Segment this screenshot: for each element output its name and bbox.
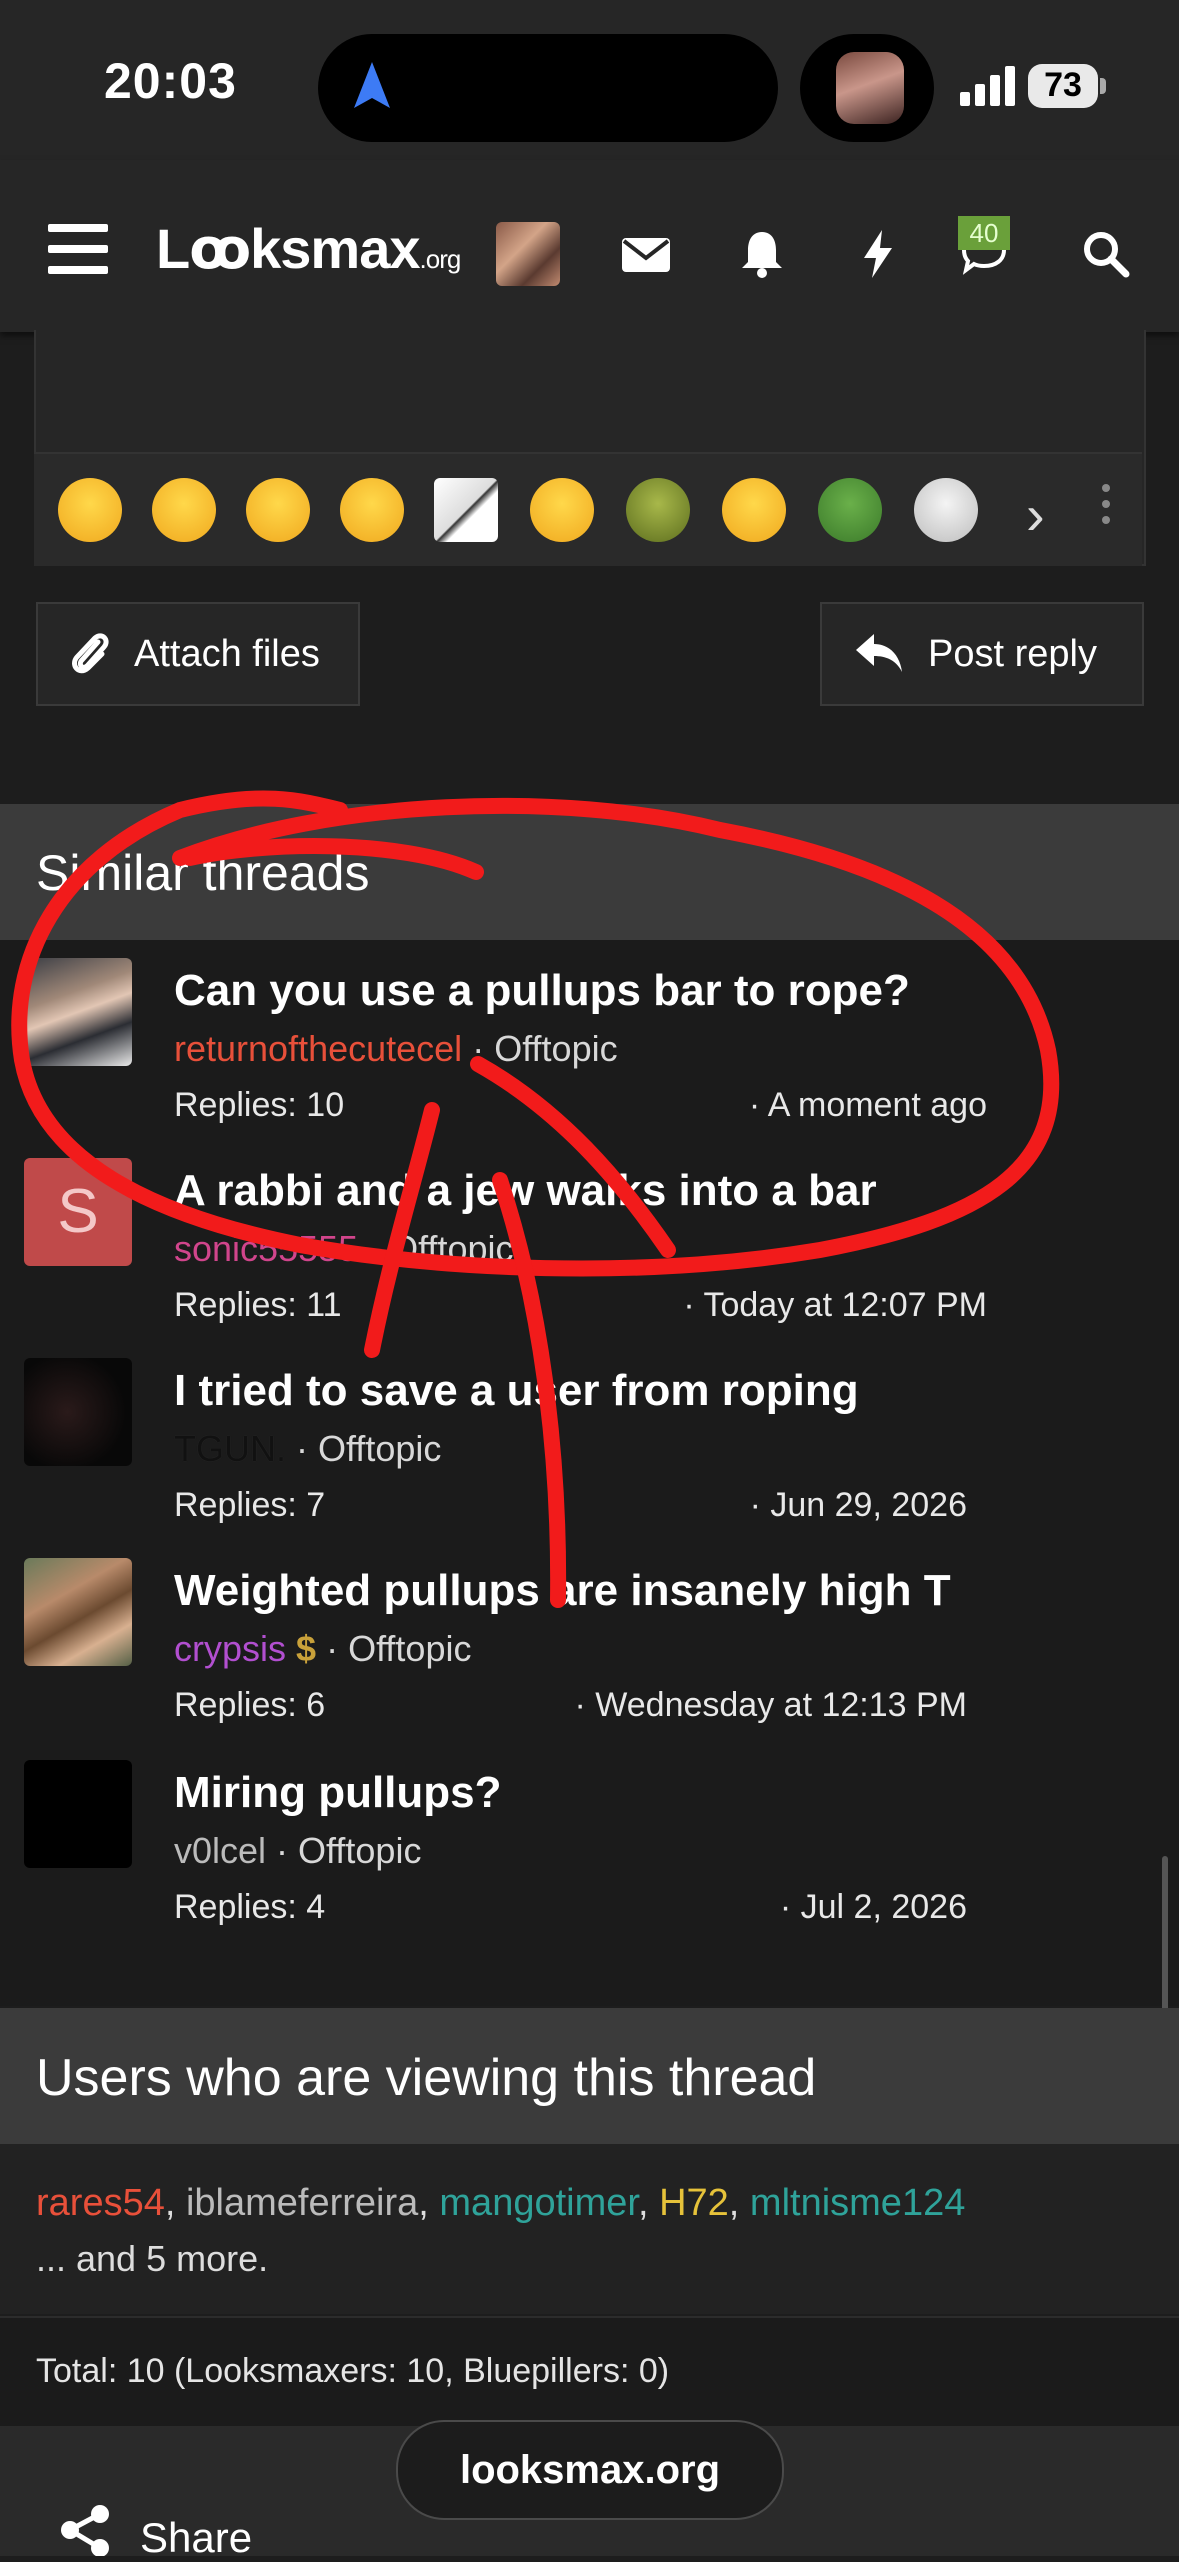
attach-files-button[interactable]: Attach files [36, 602, 360, 706]
thread-date: · Jun 29, 2026 [749, 1486, 967, 1524]
logo-text: Lꝏksmax [156, 217, 421, 280]
battery-indicator: 73 [1028, 64, 1106, 108]
thread-forum[interactable]: Offtopic [390, 1228, 513, 1269]
thread-date: · A moment ago [748, 1086, 987, 1124]
thread-forum[interactable]: Offtopic [348, 1628, 471, 1669]
more-dots-icon[interactable] [1102, 484, 1112, 532]
thread-title[interactable]: Weighted pullups are insanely high T [174, 1566, 951, 1616]
thread-replies: Replies: 10 [174, 1086, 345, 1124]
shrek-emoji-icon[interactable] [626, 478, 690, 542]
thread-author[interactable]: v0lcel [174, 1830, 266, 1871]
share-label[interactable]: Share [140, 2514, 252, 2562]
cellular-signal-icon [960, 66, 1015, 106]
viewers-total: Total: 10 (Looksmaxers: 10, Bluepillers:… [36, 2352, 670, 2390]
thread-author[interactable]: returnofthecutecel [174, 1028, 462, 1069]
menu-icon[interactable] [48, 224, 108, 274]
site-logo[interactable]: Lꝏksmax.org [156, 216, 462, 282]
thread-meta: returnofthecutecel · Offtopic [174, 1028, 618, 1069]
battery-tip [1100, 78, 1106, 94]
emoji-picker-row: › [34, 452, 1142, 566]
thread-avatar[interactable] [24, 1358, 132, 1466]
post-reply-label: Post reply [928, 632, 1097, 675]
users-viewing-list: rares54, iblameferreira, mangotimer, H72… [36, 2182, 966, 2224]
crying-emoji-icon[interactable] [152, 478, 216, 542]
pleading-emoji-icon[interactable] [340, 478, 404, 542]
bell-icon[interactable] [736, 228, 788, 280]
lightning-icon[interactable] [852, 228, 904, 280]
users-more-link[interactable]: ... and 5 more. [36, 2238, 268, 2280]
thread-avatar[interactable] [24, 1760, 132, 1868]
thread-avatar-letter[interactable]: S [24, 1158, 132, 1266]
user-avatar[interactable] [496, 222, 560, 286]
thread-forum[interactable]: Offtopic [298, 1830, 421, 1871]
thread-author[interactable]: crypsis [174, 1628, 286, 1669]
thread-title[interactable]: I tried to save a user from roping [174, 1366, 859, 1416]
thread-forum[interactable]: Offtopic [318, 1428, 441, 1469]
reply-arrow-icon [856, 634, 902, 672]
search-icon[interactable] [1080, 228, 1132, 280]
wojak-emoji-icon[interactable] [914, 478, 978, 542]
smug-meme-emoji-icon[interactable] [434, 478, 498, 542]
thread-forum[interactable]: Offtopic [494, 1028, 617, 1069]
viewer-username[interactable]: mangotimer [439, 2182, 638, 2224]
messages-badge: 40 [958, 216, 1010, 250]
logo-suffix: .org [419, 244, 462, 274]
paperclip-icon [72, 633, 109, 674]
thread-author[interactable]: sonic55555 [174, 1228, 358, 1269]
frowning-emoji-icon[interactable] [530, 478, 594, 542]
chevron-right-icon[interactable]: › [1026, 482, 1045, 547]
live-activity-avatar [836, 52, 904, 124]
viewer-username[interactable]: H72 [659, 2182, 729, 2224]
top-navbar: Lꝏksmax.org 40 [0, 160, 1179, 332]
post-reply-button[interactable]: Post reply [820, 602, 1144, 706]
viewer-username[interactable]: mltnisme124 [750, 2182, 965, 2224]
tongue-out-emoji-icon[interactable] [246, 478, 310, 542]
envelope-icon[interactable] [620, 228, 672, 280]
thread-meta: v0lcel · Offtopic [174, 1830, 422, 1871]
thread-meta: sonic55555 · Offtopic [174, 1228, 514, 1269]
viewer-username[interactable]: iblameferreira [186, 2182, 418, 2224]
thread-date: · Jul 2, 2026 [779, 1888, 967, 1926]
similar-threads-title: Similar threads [36, 845, 370, 901]
thread-replies: Replies: 4 [174, 1888, 326, 1926]
users-viewing-box [0, 2144, 1179, 2314]
share-icon[interactable] [58, 2504, 112, 2556]
thread-meta: TGUN. · Offtopic [174, 1428, 442, 1469]
navigation-arrow-icon [354, 62, 390, 108]
thread-date: · Today at 12:07 PM [683, 1286, 987, 1324]
thread-avatar[interactable] [24, 1558, 132, 1666]
thread-title[interactable]: Miring pullups? [174, 1768, 502, 1818]
battery-level: 73 [1044, 66, 1082, 104]
thread-title[interactable]: A rabbi and a jew walks into a bar [174, 1166, 877, 1216]
status-time: 20:03 [104, 53, 237, 109]
thread-author[interactable]: TGUN. [174, 1428, 286, 1469]
thread-replies: Replies: 7 [174, 1486, 326, 1524]
thread-title[interactable]: Can you use a pullups bar to rope? [174, 966, 910, 1016]
thread-avatar[interactable] [24, 958, 132, 1066]
attach-files-label: Attach files [134, 632, 320, 675]
grinning-emoji-icon[interactable] [722, 478, 786, 542]
thread-date: · Wednesday at 12:13 PM [574, 1686, 967, 1724]
thread-replies: Replies: 11 [174, 1286, 342, 1324]
thread-meta: crypsis $ · Offtopic [174, 1628, 472, 1669]
thread-replies: Replies: 6 [174, 1686, 326, 1724]
browser-url-pill[interactable]: looksmax.org [396, 2420, 784, 2520]
users-viewing-title: Users who are viewing this thread [36, 2049, 817, 2107]
viewer-username[interactable]: rares54 [36, 2182, 165, 2224]
pepe-emoji-icon[interactable] [818, 478, 882, 542]
loudly-crying-emoji-icon[interactable] [58, 478, 122, 542]
dollar-badge-icon: $ [296, 1628, 317, 1669]
